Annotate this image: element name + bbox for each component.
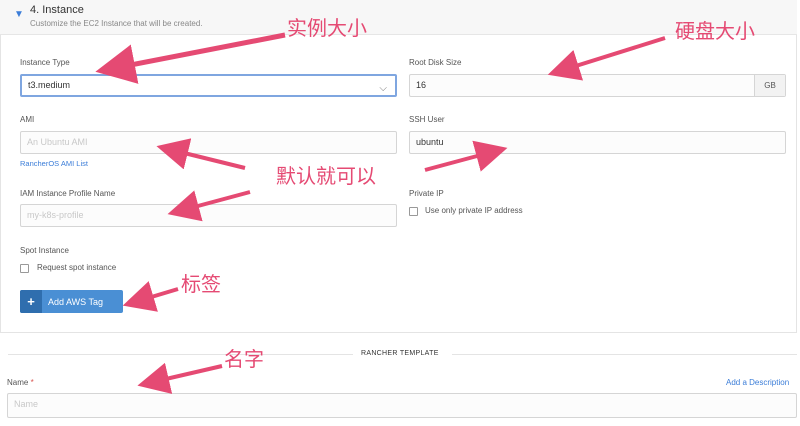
ssh-user-input[interactable]: ubuntu: [409, 131, 786, 154]
rancher-template-title: RANCHER TEMPLATE: [361, 350, 439, 357]
instance-type-label: Instance Type: [20, 58, 70, 67]
ssh-user-label: SSH User: [409, 115, 445, 124]
required-mark: *: [30, 378, 34, 387]
root-disk-value: 16: [416, 80, 427, 90]
instance-type-value: t3.medium: [28, 80, 71, 90]
root-disk-label: Root Disk Size: [409, 58, 462, 67]
private-ip-label: Private IP: [409, 189, 444, 198]
collapse-triangle-icon[interactable]: ▼: [14, 9, 24, 20]
instance-panel: [0, 0, 797, 333]
chevron-down-icon: ⌵: [379, 83, 387, 94]
divider-left: [8, 354, 353, 355]
section-description: Customize the EC2 Instance that will be …: [30, 19, 203, 28]
instance-type-select[interactable]: t3.medium ⌵: [20, 74, 397, 97]
add-aws-tag-label: Add AWS Tag: [48, 296, 104, 307]
spot-instance-checkbox-label[interactable]: Request spot instance: [37, 263, 116, 272]
annotation-disk-size: 硬盘大小: [675, 19, 755, 43]
private-ip-checkbox[interactable]: [409, 207, 418, 216]
iam-profile-label: IAM Instance Profile Name: [20, 189, 116, 198]
private-ip-checkbox-label[interactable]: Use only private IP address: [425, 206, 523, 215]
root-disk-input[interactable]: 16 GB: [409, 74, 786, 97]
arrow-name: [137, 362, 223, 394]
ami-label: AMI: [20, 115, 35, 124]
spot-instance-label: Spot Instance: [20, 246, 69, 255]
name-input[interactable]: Name: [7, 393, 797, 418]
annotation-tags: 标签: [181, 272, 221, 296]
section-title: 4. Instance: [30, 4, 84, 16]
add-description-link[interactable]: Add a Description: [726, 378, 789, 387]
plus-icon: +: [20, 290, 42, 313]
name-label-text: Name: [7, 378, 29, 387]
annotation-name: 名字: [224, 347, 264, 371]
annotation-instance-size: 实例大小: [287, 16, 367, 40]
annotation-default-ok: 默认就可以: [276, 164, 376, 188]
ami-input[interactable]: An Ubuntu AMI: [20, 131, 397, 154]
iam-profile-input[interactable]: my-k8s-profile: [20, 204, 397, 227]
disk-unit-addon: GB: [754, 75, 785, 96]
add-aws-tag-button[interactable]: + Add AWS Tag: [20, 290, 123, 313]
rancheros-ami-list-link[interactable]: RancherOS AMI List: [20, 159, 88, 168]
name-label: Name *: [7, 378, 34, 387]
spot-instance-checkbox[interactable]: [20, 264, 29, 273]
divider-right: [452, 354, 797, 355]
